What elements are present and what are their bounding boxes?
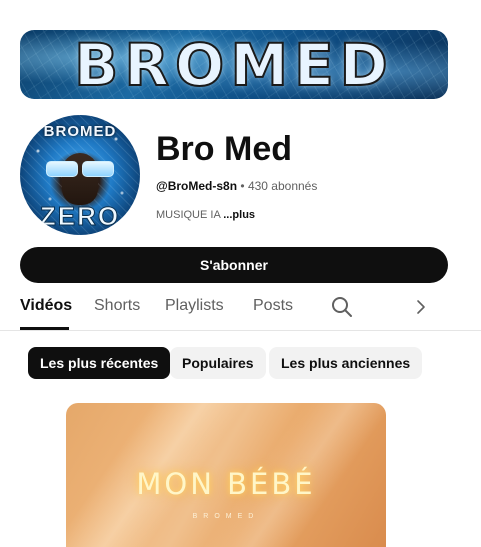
- channel-banner: BROMED: [20, 30, 448, 99]
- tab-videos[interactable]: Vidéos: [20, 296, 72, 316]
- subscribe-button[interactable]: S'abonner: [20, 247, 448, 283]
- channel-description-row[interactable]: MUSIQUE IA ...plus: [156, 207, 255, 223]
- tab-shorts[interactable]: Shorts: [94, 296, 140, 316]
- channel-meta: @BroMed-s8n • 430 abonnés: [156, 178, 317, 194]
- chip-popular[interactable]: Populaires: [170, 347, 266, 379]
- search-icon[interactable]: [330, 295, 354, 319]
- chevron-right-icon[interactable]: [411, 297, 431, 317]
- tab-posts[interactable]: Posts: [253, 296, 293, 316]
- banner-logo-text: BROMED: [73, 31, 394, 99]
- channel-tabs: Vidéos Shorts Playlists Posts: [0, 286, 481, 331]
- meta-separator: •: [240, 179, 245, 193]
- tab-playlists[interactable]: Playlists: [165, 296, 224, 316]
- video-thumbnail[interactable]: MON BÉBÉ BROMED: [66, 403, 386, 547]
- active-tab-indicator: [20, 327, 69, 330]
- channel-avatar[interactable]: BROMED ZERO: [20, 115, 140, 235]
- more-link[interactable]: ...plus: [223, 209, 255, 221]
- thumbnail-title: MON BÉBÉ: [136, 467, 316, 501]
- channel-name: Bro Med: [156, 130, 292, 168]
- channel-handle: @BroMed-s8n: [156, 179, 238, 193]
- thumbnail-subtitle: BROMED: [192, 513, 260, 520]
- channel-page: BROMED BROMED ZERO Bro Med @BroMed-s8n •…: [0, 0, 481, 547]
- avatar-ice-glasses: [46, 161, 114, 177]
- chip-oldest[interactable]: Les plus anciennes: [269, 347, 423, 379]
- subscriber-count: 430 abonnés: [247, 179, 318, 193]
- channel-description: MUSIQUE IA: [156, 209, 221, 221]
- avatar-logo-text: BROMED: [43, 123, 117, 140]
- chip-most-recent[interactable]: Les plus récentes: [28, 347, 171, 379]
- avatar-album-text: ZERO: [39, 201, 121, 232]
